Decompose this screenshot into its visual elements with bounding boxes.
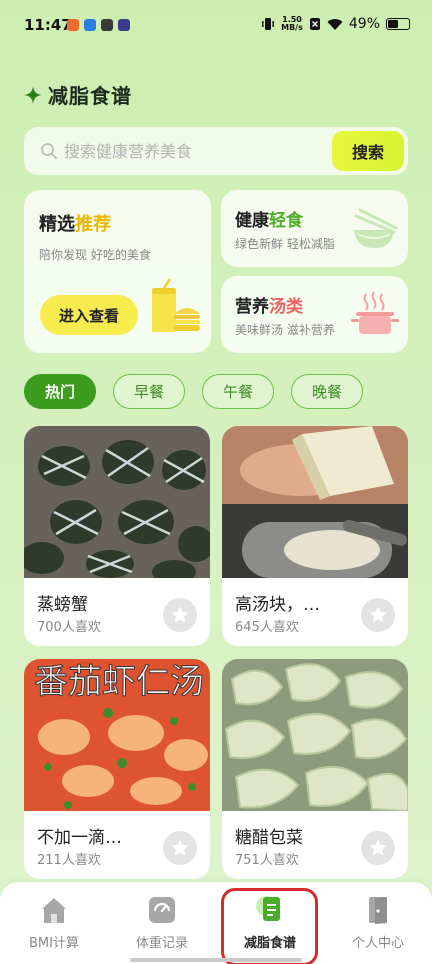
- bottom-navigation: BMI计算 体重记录 减脂食谱 个人中心: [0, 882, 432, 964]
- search-input[interactable]: [64, 139, 344, 163]
- status-right: 1.50 MB/s 49%: [261, 16, 410, 32]
- recipe-photo-tomato-shrimp: 番茄虾仁汤: [24, 659, 210, 811]
- vibrate-icon: [262, 18, 275, 30]
- favorite-button[interactable]: [361, 831, 395, 865]
- meal-filter-chips: 热门 早餐 午餐 晚餐: [24, 374, 363, 409]
- search-button[interactable]: 搜索: [332, 131, 404, 171]
- net-speed: 1.50 MB/s: [281, 15, 303, 32]
- nav-label: 减脂食谱: [243, 936, 296, 951]
- search-icon: [41, 143, 57, 159]
- app-notification-icon: [84, 19, 96, 31]
- nav-item-weight[interactable]: 体重记录: [108, 894, 216, 954]
- favorite-button[interactable]: [163, 831, 197, 865]
- drink-burger-icon: [152, 278, 200, 332]
- featured-card[interactable]: 精选推荐 陪你发现 好吃的美食 进入查看: [24, 190, 211, 353]
- light-meal-title: 健康轻食: [235, 211, 303, 231]
- recipe-likes: 211人喜欢: [37, 853, 101, 868]
- status-time: 11:47: [24, 16, 72, 34]
- nav-label: 体重记录: [135, 936, 188, 951]
- sim-off-icon: [309, 18, 320, 30]
- recipe-photo-crabs: [24, 426, 210, 578]
- enter-view-button[interactable]: 进入查看: [40, 295, 138, 335]
- nav-label: BMI计算: [29, 936, 79, 951]
- star-icon: [171, 606, 189, 623]
- soup-subtitle: 美味鲜汤 滋补营养: [235, 323, 335, 337]
- chip-lunch[interactable]: 午餐: [202, 374, 274, 409]
- home-indicator[interactable]: [130, 958, 302, 962]
- soup-title: 营养汤类: [235, 297, 303, 317]
- nav-item-recipes[interactable]: 减脂食谱: [216, 894, 324, 954]
- bowl-chopsticks-icon: [354, 208, 398, 248]
- nav-item-profile[interactable]: 个人中心: [324, 894, 432, 954]
- soup-card[interactable]: 营养汤类 美味鲜汤 滋补营养: [221, 276, 408, 353]
- recipe-name: 蒸螃蟹: [37, 595, 88, 615]
- door-icon: [369, 897, 387, 924]
- recipe-likes: 700人喜欢: [37, 620, 101, 635]
- nav-item-bmi[interactable]: BMI计算: [0, 894, 108, 954]
- star-icon: [369, 606, 387, 623]
- favorite-button[interactable]: [361, 598, 395, 632]
- chip-dinner[interactable]: 晚餐: [291, 374, 363, 409]
- page-title: 减脂食谱: [48, 84, 132, 108]
- recipe-photo-stock-cube: [222, 426, 408, 578]
- scale-icon: [149, 897, 175, 923]
- chip-breakfast[interactable]: 早餐: [113, 374, 185, 409]
- soup-pot-icon: [351, 291, 399, 334]
- app-notification-icon: [101, 19, 113, 31]
- app-notification-icon: [67, 19, 79, 31]
- app-notification-icon: [118, 19, 130, 31]
- star-icon: [369, 839, 387, 856]
- featured-subtitle: 陪你发现 好吃的美食: [39, 248, 151, 262]
- recipe-likes: 645人喜欢: [235, 620, 299, 635]
- recipe-name: 高汤块，…: [235, 595, 320, 615]
- recipe-name: 不加一滴…: [37, 828, 122, 848]
- battery-icon: [386, 18, 410, 30]
- featured-title: 精选推荐: [39, 214, 111, 235]
- recipe-icon: [256, 896, 280, 921]
- app-header: 减脂食谱: [24, 80, 132, 109]
- light-meal-subtitle: 绿色新鲜 轻松减脂: [235, 237, 335, 251]
- recipe-card[interactable]: 高汤块，… 645人喜欢: [222, 426, 408, 646]
- battery-text: 49%: [348, 16, 380, 32]
- wifi-icon: [327, 18, 343, 30]
- favorite-button[interactable]: [163, 598, 197, 632]
- recipe-card[interactable]: 番茄虾仁汤 不加一滴… 211人喜欢: [24, 659, 210, 879]
- recipe-likes: 751人喜欢: [235, 853, 299, 868]
- photo-overlay-text: 番茄虾仁汤: [34, 662, 204, 702]
- sparkle-icon: [24, 85, 42, 104]
- recipe-card[interactable]: 蒸螃蟹 700人喜欢: [24, 426, 210, 646]
- recipe-photo-cabbage: [222, 659, 408, 811]
- recipe-card[interactable]: 糖醋包菜 751人喜欢: [222, 659, 408, 879]
- star-icon: [171, 839, 189, 856]
- nav-label: 个人中心: [351, 936, 404, 951]
- light-meal-card[interactable]: 健康轻食 绿色新鲜 轻松减脂: [221, 190, 408, 267]
- search-bar: 搜索: [24, 127, 408, 175]
- home-icon: [42, 898, 66, 923]
- status-bar: 11:47 1.50 MB/s 49%: [0, 0, 432, 52]
- chip-hot[interactable]: 热门: [24, 374, 96, 409]
- recipe-name: 糖醋包菜: [235, 828, 303, 848]
- notification-icons: [67, 19, 130, 31]
